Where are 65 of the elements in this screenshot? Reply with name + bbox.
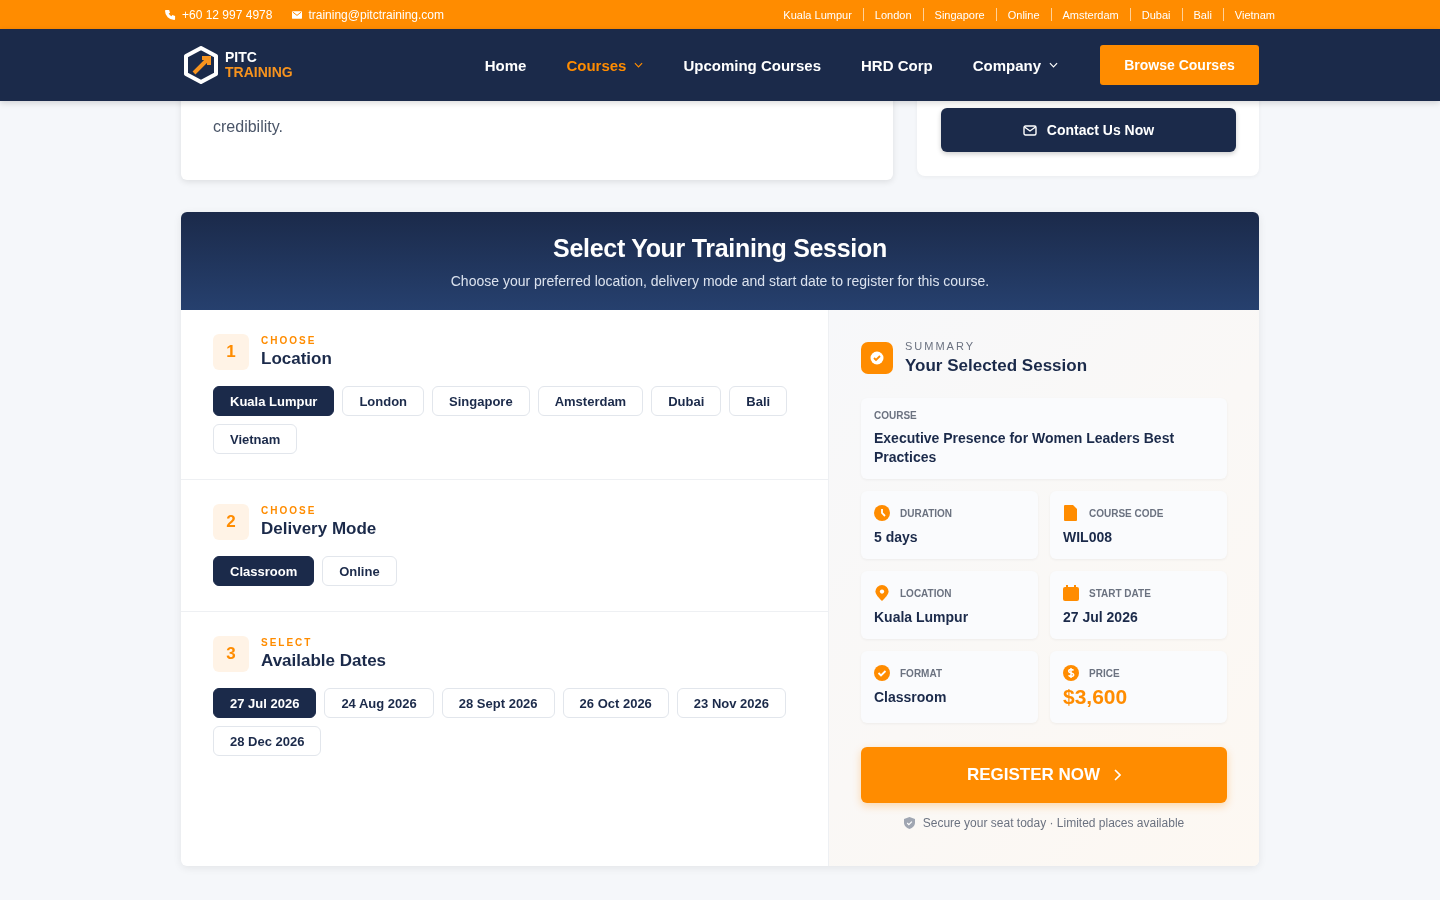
step-number: 1	[213, 334, 249, 370]
nav-link[interactable]: Home	[484, 56, 527, 74]
fact-value: 5 days	[874, 529, 919, 545]
fact-label: DURATION	[900, 507, 953, 519]
location-pin-icon	[874, 585, 890, 601]
step-eyebrow: CHOOSE	[261, 335, 318, 346]
phone-icon	[165, 9, 176, 20]
step-number: 3	[213, 636, 249, 672]
option-chip[interactable]: 28 Dec 2026	[213, 726, 322, 756]
option-chip[interactable]: 24 Aug 2026	[324, 688, 434, 718]
description-text: credibility.	[213, 117, 284, 137]
course-name: Executive Presence for Women Leaders Best Practices	[874, 429, 1176, 467]
check-badge-icon	[861, 342, 893, 374]
step-number: 2	[213, 504, 249, 540]
fact-value: Classroom	[874, 689, 948, 705]
dollar-icon	[1063, 665, 1079, 681]
option-chip[interactable]: Bali	[729, 386, 788, 416]
nav-link[interactable]: Company	[972, 56, 1058, 74]
mail-icon	[1022, 124, 1037, 136]
option-chip[interactable]: 23 Nov 2026	[676, 688, 787, 718]
calendar-icon	[1063, 585, 1079, 601]
option-chip[interactable]: Dubai	[651, 386, 722, 416]
option-chip[interactable]: Singapore	[432, 386, 530, 416]
logo-subtext: TRAINING	[225, 65, 293, 80]
logo-text: PITC	[225, 50, 258, 65]
secure-note: Secure your seat today · Limited places available	[922, 816, 1185, 830]
shield-icon	[903, 817, 915, 829]
option-chip[interactable]: Vietnam	[213, 424, 298, 454]
option-chip[interactable]: 28 Sept 2026	[441, 688, 555, 718]
chevron-icon	[1114, 769, 1122, 781]
fact-label: FORMAT	[900, 667, 943, 679]
step-eyebrow: SELECT	[261, 637, 314, 648]
summary-title: Your Selected Session	[905, 356, 1088, 376]
summary-eyebrow: SUMMARY	[905, 340, 977, 352]
section-subtitle: Choose your preferred location, delivery mode and start date to register for this course.	[450, 272, 990, 289]
nav-link[interactable]: HRD Corp	[861, 56, 933, 74]
fact-label: START DATE	[1089, 587, 1151, 599]
logo-icon	[183, 46, 219, 84]
option-chip[interactable]: Classroom	[213, 556, 315, 586]
clock-icon	[874, 505, 890, 521]
fact-value: Kuala Lumpur	[874, 609, 970, 625]
fact-value: $3,600	[1063, 685, 1129, 709]
fact-value: 27 Jul 2026	[1063, 609, 1139, 625]
fact-value: WIL008	[1063, 529, 1113, 545]
option-chip[interactable]: 27 Jul 2026	[213, 688, 317, 718]
fact-label: COURSE CODE	[1089, 507, 1164, 519]
step-title: Location	[261, 349, 332, 369]
option-chip[interactable]: Amsterdam	[537, 386, 644, 416]
step-eyebrow: CHOOSE	[261, 505, 318, 516]
check-circle-icon	[874, 665, 890, 681]
fact-label: LOCATION	[900, 587, 952, 599]
fact-label: PRICE	[1089, 667, 1120, 679]
nav-link[interactable]: Courses	[566, 56, 644, 74]
option-chip[interactable]: Kuala Lumpur	[213, 386, 335, 416]
mail-icon	[292, 10, 303, 19]
option-chip[interactable]: 26 Oct 2026	[562, 688, 669, 718]
contact-button[interactable]: Contact Us Now	[941, 108, 1236, 152]
option-chip[interactable]: Online	[322, 556, 397, 586]
step-title: Delivery Mode	[261, 519, 377, 539]
step-title: Available Dates	[261, 651, 387, 671]
file-icon	[1063, 505, 1079, 521]
section-title: Select Your Training Session	[553, 233, 887, 263]
option-chip[interactable]: London	[342, 386, 425, 416]
course-label: COURSE	[874, 410, 918, 421]
nav-link[interactable]: Upcoming Courses	[683, 56, 821, 74]
